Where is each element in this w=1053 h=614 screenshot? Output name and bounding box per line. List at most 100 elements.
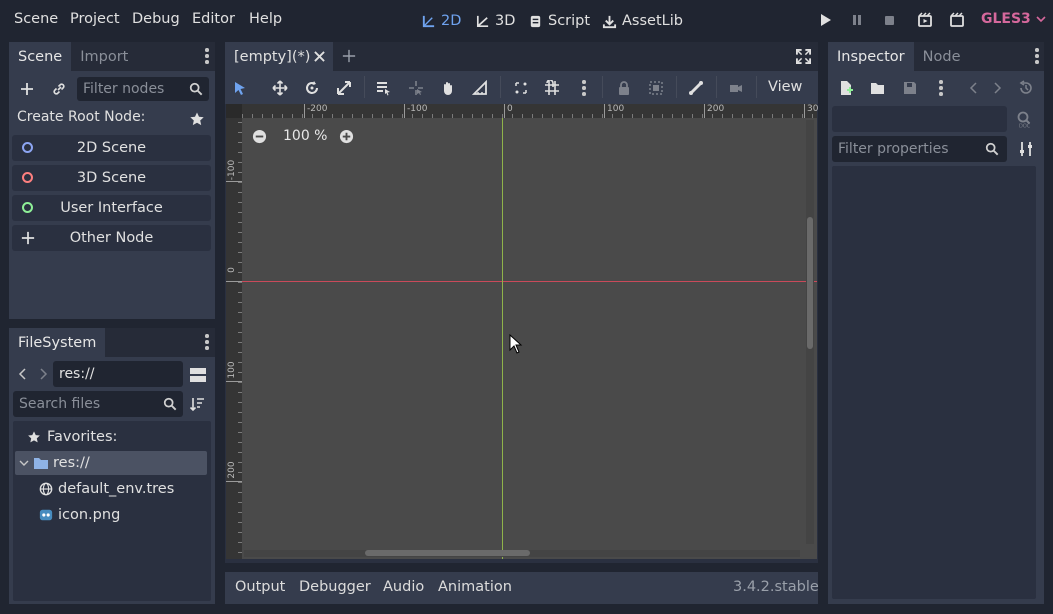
x-axis-line xyxy=(242,281,817,282)
search-icon xyxy=(163,397,177,411)
filter-nodes-placeholder: Filter nodes xyxy=(83,81,165,97)
select-tool-icon[interactable] xyxy=(232,80,248,96)
renderer-select[interactable]: GLES3 xyxy=(981,11,1047,27)
debugger-button[interactable]: Debugger xyxy=(299,579,371,595)
file-item-icon-png[interactable]: icon.png xyxy=(39,503,120,527)
smart-snap-icon[interactable] xyxy=(513,80,529,96)
object-selector[interactable] xyxy=(832,106,1007,132)
tab-scene[interactable]: Scene xyxy=(9,42,72,71)
ruler-minor-ticks xyxy=(242,104,817,118)
filter-properties-input[interactable]: Filter properties xyxy=(832,136,1007,162)
workspace-2d-button[interactable]: 2D xyxy=(421,9,461,33)
doc-search-icon[interactable]: DOC xyxy=(1016,110,1034,128)
user-interface-button[interactable]: User Interface xyxy=(12,195,211,221)
pause-icon[interactable] xyxy=(849,12,865,28)
res-folder-item[interactable]: res:// xyxy=(15,451,207,475)
zoom-out-icon[interactable] xyxy=(252,129,267,144)
split-view-icon[interactable] xyxy=(189,366,207,384)
stop-icon[interactable] xyxy=(881,12,897,28)
new-resource-icon[interactable] xyxy=(838,80,854,96)
menu-bar: Scene Project Debug Editor Help 2D 3D Sc… xyxy=(0,0,1053,42)
save-icon[interactable] xyxy=(902,80,918,96)
favorite-star-icon[interactable] xyxy=(189,111,205,127)
snap-options-icon[interactable] xyxy=(576,80,592,96)
favorites-item[interactable]: Favorites: xyxy=(27,425,117,449)
scale-tool-icon[interactable] xyxy=(336,80,352,96)
file-item-default-env[interactable]: default_env.tres xyxy=(39,477,174,501)
tools-icon[interactable] xyxy=(1018,141,1034,157)
tab-import[interactable]: Import xyxy=(71,42,138,71)
ruler-label: 100 xyxy=(227,361,237,379)
history-back-icon[interactable] xyxy=(969,81,979,95)
sort-icon[interactable] xyxy=(189,396,205,412)
menu-project[interactable]: Project xyxy=(70,11,120,27)
vertical-ruler: -100 0 100 200 xyxy=(226,118,242,559)
2d-scene-button[interactable]: 2D Scene xyxy=(12,135,211,161)
pan-tool-icon[interactable] xyxy=(440,80,456,96)
search-files-input[interactable]: Search files xyxy=(13,391,183,417)
audio-button[interactable]: Audio xyxy=(383,579,424,595)
workspace-assetlib-button[interactable]: AssetLib xyxy=(602,9,683,33)
fullscreen-icon[interactable] xyxy=(796,49,811,64)
menu-scene[interactable]: Scene xyxy=(14,11,58,27)
canvas-viewport[interactable] xyxy=(242,118,817,559)
inspector-menu-icon[interactable] xyxy=(1029,48,1045,64)
horizontal-scrollbar[interactable] xyxy=(365,550,530,556)
resource-options-icon[interactable] xyxy=(933,80,949,96)
tab-empty-scene[interactable]: [empty](*) xyxy=(225,42,333,71)
menu-debug[interactable]: Debug xyxy=(132,11,180,27)
other-node-button[interactable]: Other Node xyxy=(12,225,211,251)
pivot-tool-icon[interactable] xyxy=(408,80,424,96)
menu-editor[interactable]: Editor xyxy=(192,11,235,27)
globe-icon xyxy=(39,482,53,496)
forward-arrow-icon[interactable] xyxy=(37,367,49,381)
star-icon xyxy=(28,431,40,443)
close-icon[interactable] xyxy=(314,51,325,62)
object-history-icon[interactable] xyxy=(1018,80,1034,96)
menu-help[interactable]: Help xyxy=(249,11,282,27)
filesystem-dock: FileSystem res:// Search files Favorites… xyxy=(9,328,215,604)
workspace-3d-button[interactable]: 3D xyxy=(475,9,515,33)
bone-icon[interactable] xyxy=(688,80,704,96)
path-field[interactable]: res:// xyxy=(53,361,183,387)
output-button[interactable]: Output xyxy=(235,579,285,595)
zoom-level[interactable]: 100 % xyxy=(283,128,327,144)
lock-icon[interactable] xyxy=(616,80,632,96)
play-icon[interactable] xyxy=(817,12,833,28)
filesystem-dock-menu-icon[interactable] xyxy=(199,334,215,350)
group-icon[interactable] xyxy=(648,80,664,96)
open-folder-icon[interactable] xyxy=(870,80,886,96)
vertical-scrollbar[interactable] xyxy=(807,217,813,349)
workspace-3d-label: 3D xyxy=(495,13,516,29)
play-custom-scene-icon[interactable] xyxy=(949,12,965,28)
link-icon[interactable] xyxy=(51,81,67,97)
workspace-script-button[interactable]: Script xyxy=(528,9,590,33)
ruler-tool-icon[interactable] xyxy=(472,80,488,96)
play-scene-icon[interactable] xyxy=(917,12,933,28)
camera-override-icon[interactable] xyxy=(728,80,744,96)
3d-scene-button[interactable]: 3D Scene xyxy=(12,165,211,191)
tab-filesystem[interactable]: FileSystem xyxy=(9,328,106,357)
filter-nodes-input[interactable]: Filter nodes xyxy=(77,77,209,101)
rotate-tool-icon[interactable] xyxy=(304,80,320,96)
inspector-dock: Inspector Node DOC Filter properties xyxy=(828,42,1044,604)
tab-inspector[interactable]: Inspector xyxy=(828,42,914,71)
list-select-icon[interactable] xyxy=(375,80,391,96)
scene-dock-menu-icon[interactable] xyxy=(199,48,215,64)
history-forward-icon[interactable] xyxy=(992,81,1002,95)
scene-dock: Scene Import Filter nodes Create Root No… xyxy=(9,42,215,319)
move-tool-icon[interactable] xyxy=(272,80,288,96)
new-tab-icon[interactable] xyxy=(342,49,356,63)
ruler-label: -200 xyxy=(307,104,328,114)
animation-button[interactable]: Animation xyxy=(438,579,512,595)
grid-snap-icon[interactable] xyxy=(544,80,560,96)
view-menu-button[interactable]: View xyxy=(768,79,802,95)
add-node-icon[interactable] xyxy=(19,81,35,97)
back-arrow-icon[interactable] xyxy=(17,367,29,381)
zoom-in-icon[interactable] xyxy=(339,129,354,144)
2d-scene-label: 2D Scene xyxy=(76,140,147,156)
renderer-label: GLES3 xyxy=(981,11,1031,27)
inspector-tabs: Inspector Node xyxy=(828,42,1044,71)
svg-text:DOC: DOC xyxy=(1019,124,1031,129)
tab-node[interactable]: Node xyxy=(913,42,970,71)
